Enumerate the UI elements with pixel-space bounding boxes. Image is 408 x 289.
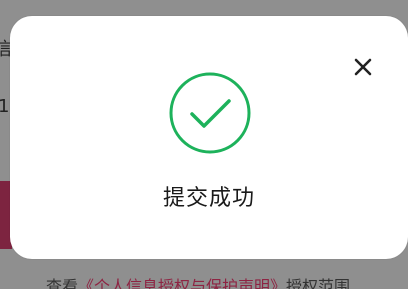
close-button[interactable] <box>354 58 372 76</box>
check-circle-icon <box>168 71 252 155</box>
success-dialog: 提交成功 <box>10 16 408 259</box>
background-value-partial: 1 <box>0 96 10 117</box>
privacy-notice: 查看《个人信息授权与保护声明》授权范围 <box>46 273 350 289</box>
success-message: 提交成功 <box>162 186 255 211</box>
privacy-statement-link[interactable]: 《个人信息授权与保护声明》 <box>78 277 286 289</box>
privacy-notice-suffix: 授权范围 <box>286 277 351 289</box>
privacy-notice-prefix: 查看 <box>46 277 79 289</box>
close-icon <box>354 58 372 76</box>
